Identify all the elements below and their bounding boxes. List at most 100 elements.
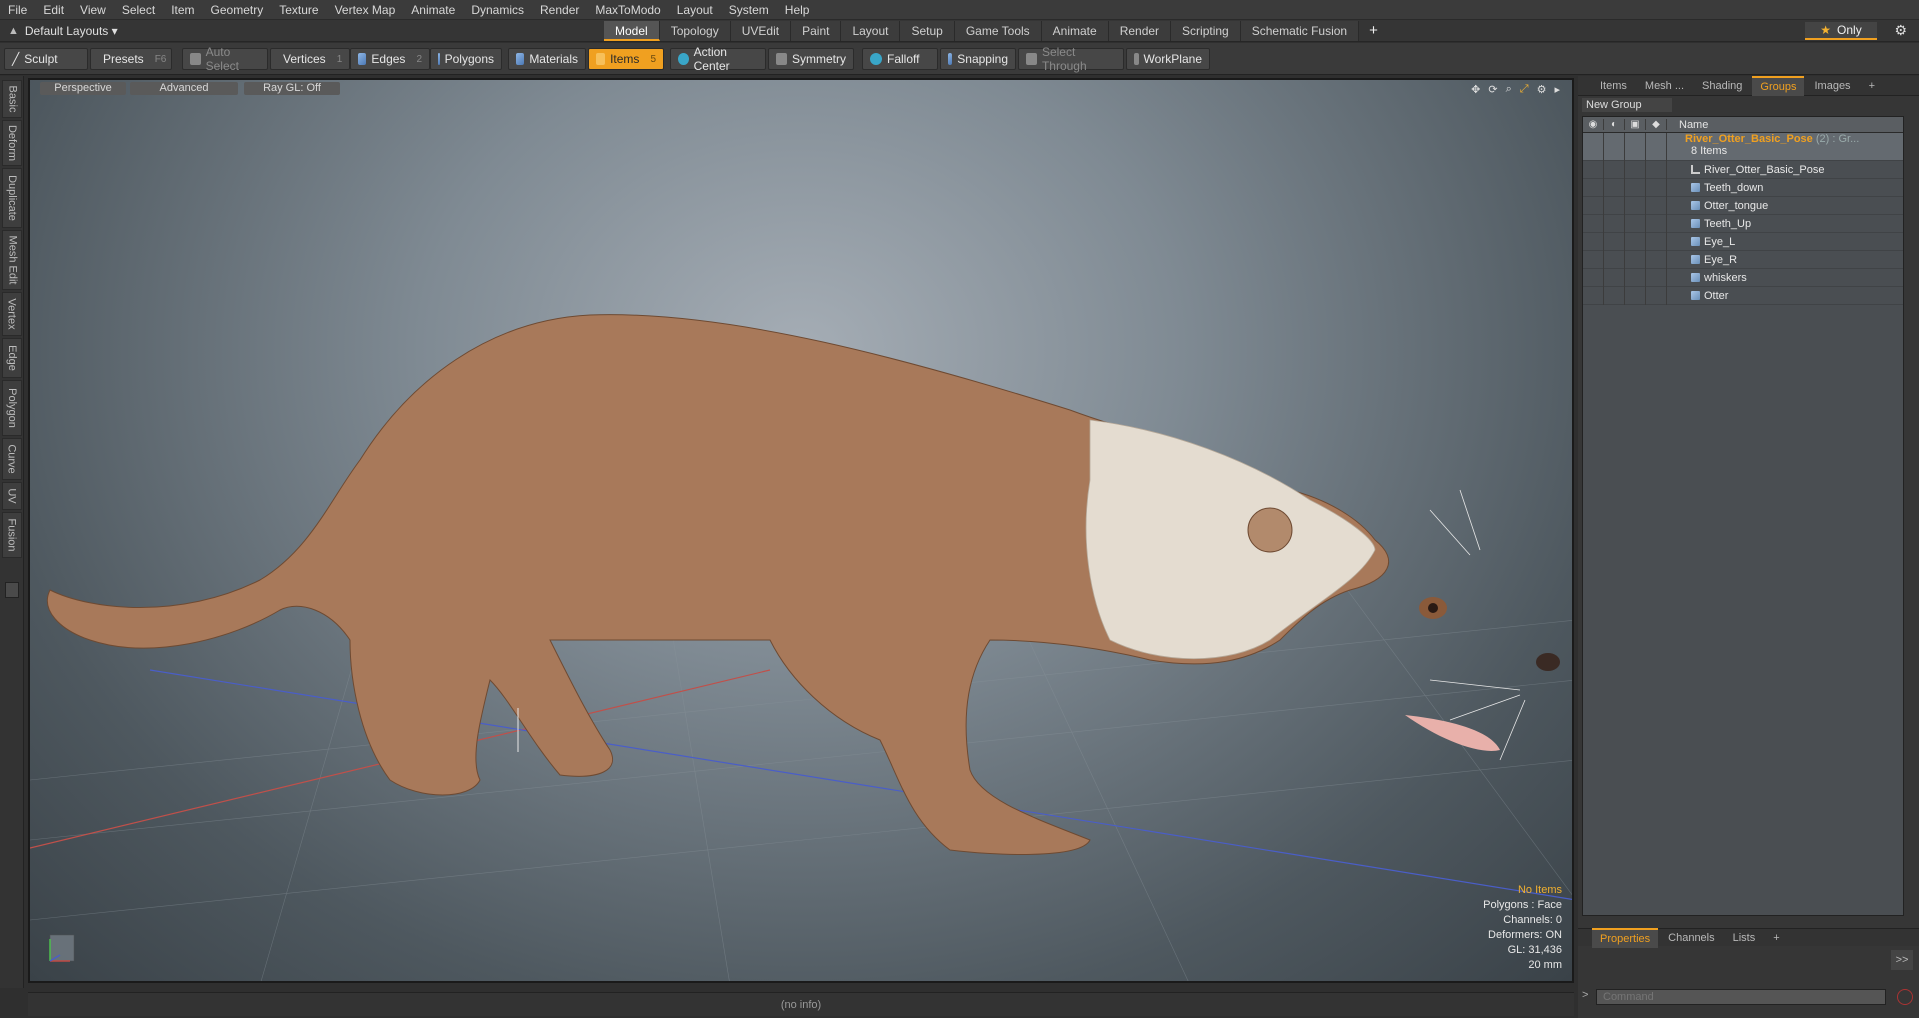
vtab-mesh-edit-label: Mesh Edit — [6, 235, 19, 285]
tab-groups[interactable]: Groups — [1752, 75, 1805, 96]
render-icon[interactable]: ◐ — [1604, 119, 1625, 130]
falloff-button[interactable]: Falloff — [862, 48, 938, 70]
zoom-view-icon[interactable]: ⌕ — [1506, 83, 1512, 96]
tab-lists[interactable]: Lists — [1725, 929, 1764, 947]
menu-file[interactable]: File — [0, 0, 35, 20]
group-child-row[interactable]: Teeth_Up — [1583, 214, 1903, 233]
items-button[interactable]: Items 5 — [588, 48, 664, 70]
tab-uvedit[interactable]: UVEdit — [730, 21, 792, 41]
sculpt-button[interactable]: ╱ Sculpt — [4, 48, 88, 70]
tab-layout[interactable]: Layout — [841, 21, 901, 41]
group-child-row[interactable]: Eye_R — [1583, 250, 1903, 269]
tab-schematic-fusion[interactable]: Schematic Fusion — [1240, 21, 1360, 41]
group-eye-toggle[interactable] — [1583, 133, 1604, 161]
tab-render[interactable]: Render — [1108, 21, 1172, 41]
vtab-polygon[interactable]: Polygon — [2, 380, 22, 436]
menu-item[interactable]: Item — [163, 0, 202, 20]
menu-dynamics[interactable]: Dynamics — [463, 0, 532, 20]
tab-game-tools[interactable]: Game Tools — [954, 21, 1042, 41]
action-center-button[interactable]: Action Center — [670, 45, 766, 73]
vtab-uv[interactable]: UV — [2, 482, 22, 510]
vertices-button[interactable]: Vertices 1 — [270, 48, 350, 70]
tab-paint[interactable]: Paint — [791, 21, 842, 41]
group-child-row[interactable]: Eye_L — [1583, 232, 1903, 251]
tab-setup[interactable]: Setup — [900, 21, 955, 41]
select-lock-icon[interactable]: ◆ — [1646, 119, 1667, 130]
group-child-row[interactable]: River_Otter_Basic_Pose — [1583, 160, 1903, 179]
view-settings-icon[interactable]: ⚙ — [1537, 83, 1547, 96]
tab-items[interactable]: Items — [1592, 77, 1635, 95]
view-mode-button[interactable]: Perspective — [40, 82, 126, 95]
menu-help[interactable]: Help — [777, 0, 818, 20]
shading-mode-button[interactable]: Advanced — [130, 82, 238, 95]
raygl-button[interactable]: Ray GL: Off — [244, 82, 340, 95]
tab-images[interactable]: Images — [1806, 77, 1858, 95]
3d-viewport[interactable]: Perspective Advanced Ray GL: Off ✥ ⟳ ⌕ ⤢… — [28, 78, 1574, 983]
menu-animate[interactable]: Animate — [403, 0, 463, 20]
workplane-button[interactable]: WorkPlane — [1126, 48, 1210, 70]
collapse-icon[interactable]: ▲ — [8, 25, 19, 37]
group-select-toggle[interactable] — [1646, 133, 1667, 161]
auto-select-button[interactable]: Auto Select — [182, 45, 268, 73]
scale-info: 20 mm — [1528, 959, 1562, 971]
select-through-button[interactable]: Select Through — [1018, 45, 1124, 73]
vtab-deform[interactable]: Deform — [2, 120, 22, 166]
menu-texture[interactable]: Texture — [271, 0, 326, 20]
new-group-button[interactable]: New Group — [1582, 98, 1672, 112]
polygons-button[interactable]: Polygons — [430, 48, 502, 70]
vtab-vertex[interactable]: Vertex — [2, 292, 22, 336]
group-child-row[interactable]: Otter_tongue — [1583, 196, 1903, 215]
vtab-mesh-edit[interactable]: Mesh Edit — [2, 230, 22, 290]
symmetry-button[interactable]: Symmetry — [768, 48, 854, 70]
group-row[interactable]: River_Otter_Basic_Pose (2) : Gr... 8 Ite… — [1583, 133, 1903, 161]
tab-scripting[interactable]: Scripting — [1171, 21, 1241, 41]
group-child-row[interactable]: Otter — [1583, 286, 1903, 305]
tab-model[interactable]: Model — [604, 21, 660, 41]
tab-properties[interactable]: Properties — [1592, 927, 1659, 948]
visibility-eye-icon[interactable]: ◉ — [1583, 119, 1604, 130]
materials-button[interactable]: Materials — [508, 48, 586, 70]
tab-animate[interactable]: Animate — [1041, 21, 1109, 41]
group-lock-toggle[interactable] — [1625, 133, 1646, 161]
fit-view-icon[interactable]: ⤢ — [1520, 83, 1529, 96]
move-view-icon[interactable]: ✥ — [1471, 83, 1480, 96]
vtab-basic[interactable]: Basic — [2, 80, 22, 118]
menu-system[interactable]: System — [721, 0, 777, 20]
menu-layout[interactable]: Layout — [669, 0, 721, 20]
menu-maxtomodo[interactable]: MaxToModo — [587, 0, 668, 20]
menu-geometry[interactable]: Geometry — [203, 0, 272, 20]
menu-vertex-map[interactable]: Vertex Map — [327, 0, 404, 20]
add-panel-icon[interactable]: + — [1861, 77, 1883, 95]
lock-icon[interactable]: ▣ — [1625, 119, 1646, 130]
left-panel-toggle[interactable] — [5, 582, 19, 598]
menu-view[interactable]: View — [72, 0, 114, 20]
expand-panel-button[interactable]: >> — [1891, 950, 1913, 970]
vtab-edge[interactable]: Edge — [2, 338, 22, 378]
rotate-view-icon[interactable]: ⟳ — [1488, 83, 1497, 96]
presets-button[interactable]: Presets F6 — [90, 48, 172, 70]
edges-button[interactable]: Edges 2 — [350, 48, 430, 70]
expand-arrow-icon[interactable]: ▸ — [1554, 83, 1560, 96]
menu-edit[interactable]: Edit — [35, 0, 72, 20]
group-child-row[interactable]: whiskers — [1583, 268, 1903, 287]
tab-mesh[interactable]: Mesh ... — [1637, 77, 1692, 95]
command-input[interactable] — [1596, 989, 1886, 1005]
tab-channels[interactable]: Channels — [1660, 929, 1722, 947]
gear-icon[interactable]: ⚙ — [1894, 22, 1907, 39]
add-tab-button[interactable]: + — [1359, 21, 1388, 41]
snapping-button[interactable]: Snapping — [940, 48, 1016, 70]
tab-shading[interactable]: Shading — [1694, 77, 1750, 95]
add-properties-tab-icon[interactable]: + — [1765, 929, 1787, 947]
name-column-header[interactable]: Name — [1667, 119, 1708, 131]
only-button[interactable]: ★ Only — [1805, 22, 1877, 40]
group-render-toggle[interactable] — [1604, 133, 1625, 161]
vtab-fusion[interactable]: Fusion — [2, 512, 22, 558]
vtab-curve[interactable]: Curve — [2, 438, 22, 480]
vtab-duplicate[interactable]: Duplicate — [2, 168, 22, 228]
command-exec-icon[interactable] — [1897, 989, 1913, 1005]
menu-render[interactable]: Render — [532, 0, 587, 20]
menu-select[interactable]: Select — [114, 0, 163, 20]
layout-selector[interactable]: ▲ Default Layouts ▾ — [8, 22, 118, 40]
tab-topology[interactable]: Topology — [659, 21, 731, 41]
group-child-row[interactable]: Teeth_down — [1583, 178, 1903, 197]
